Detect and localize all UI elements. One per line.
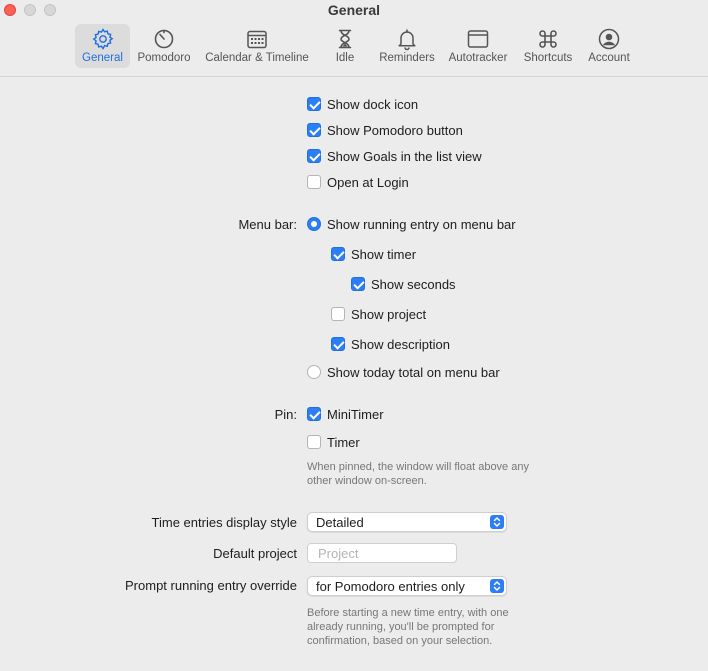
open-at-login-label: Open at Login [327,175,409,190]
title-bar: General General Pomodoro Calendar & Time… [0,0,708,77]
show-project-checkbox[interactable] [331,307,345,321]
gear-icon [91,27,115,51]
tab-pomodoro[interactable]: Pomodoro [134,24,194,68]
tab-label: General [82,52,123,64]
display-style-select[interactable]: Detailed [307,512,507,532]
window-title: General [327,2,381,18]
chevron-updown-icon [490,579,504,593]
tab-label: Reminders [379,52,435,64]
tab-idle[interactable]: Idle [325,24,365,68]
prompt-override-note-line: confirmation, based on your selection. [307,635,493,647]
person-circle-icon [597,27,621,51]
show-description-label: Show description [351,337,450,352]
tab-calendar-timeline[interactable]: Calendar & Timeline [200,24,314,68]
pin-note: When pinned, the window will float above… [307,460,529,488]
tab-label: Pomodoro [137,52,191,64]
pin-timer-label: Timer [327,435,360,450]
display-style-value: Detailed [316,515,364,530]
bell-icon [395,27,419,51]
show-goals-label: Show Goals in the list view [327,149,482,164]
show-pomodoro-button-checkbox[interactable] [307,123,321,137]
tab-general[interactable]: General [75,24,130,68]
show-seconds-label: Show seconds [371,277,456,292]
show-description-checkbox[interactable] [331,337,345,351]
hourglass-icon [333,27,357,51]
show-project-label: Show project [351,307,427,322]
timer-icon [152,27,176,51]
tab-reminders[interactable]: Reminders [376,24,438,68]
show-timer-label: Show timer [351,247,417,262]
prompt-override-note-line: already running, you'll be prompted for [307,621,495,633]
pin-label: Pin: [274,407,297,422]
show-dock-icon-checkbox[interactable] [307,97,321,111]
show-pomodoro-button-label: Show Pomodoro button [327,123,463,138]
tab-shortcuts[interactable]: Shortcuts [520,24,576,68]
default-project-field[interactable] [307,543,457,563]
prompt-override-note: Before starting a new time entry, with o… [307,606,509,648]
tab-label: Calendar & Timeline [205,52,309,64]
show-seconds-checkbox[interactable] [351,277,365,291]
pin-note-line: When pinned, the window will float above… [307,461,529,473]
prompt-override-label: Prompt running entry override [125,578,297,593]
menu-bar-label: Menu bar: [238,217,297,232]
window-icon [466,27,490,51]
prompt-override-value: for Pomodoro entries only [316,579,465,594]
tab-account[interactable]: Account [583,24,635,68]
pin-minitimer-checkbox[interactable] [307,407,321,421]
open-at-login-checkbox[interactable] [307,175,321,189]
default-project-label: Default project [213,546,297,561]
pin-minitimer-label: MiniTimer [327,407,384,422]
tab-label: Idle [335,52,355,64]
default-project-input[interactable] [308,544,456,562]
show-today-total-label: Show today total on menu bar [327,365,500,380]
prompt-override-note-line: Before starting a new time entry, with o… [307,607,509,619]
show-running-entry-label: Show running entry on menu bar [327,217,516,232]
command-icon [536,27,560,51]
show-dock-icon-label: Show dock icon [327,97,419,112]
show-today-total-radio[interactable] [307,365,321,379]
display-style-label: Time entries display style [151,515,297,530]
prompt-override-select[interactable]: for Pomodoro entries only [307,576,507,596]
tab-label: Autotracker [448,52,508,64]
tab-autotracker[interactable]: Autotracker [445,24,511,68]
chevron-updown-icon [490,515,504,529]
tab-label: Account [588,52,630,64]
show-running-entry-radio[interactable] [307,217,321,231]
pin-timer-checkbox[interactable] [307,435,321,449]
tab-label: Shortcuts [523,52,573,64]
show-timer-checkbox[interactable] [331,247,345,261]
pin-note-line: other window on-screen. [307,475,427,487]
show-goals-checkbox[interactable] [307,149,321,163]
calendar-icon [245,27,269,51]
